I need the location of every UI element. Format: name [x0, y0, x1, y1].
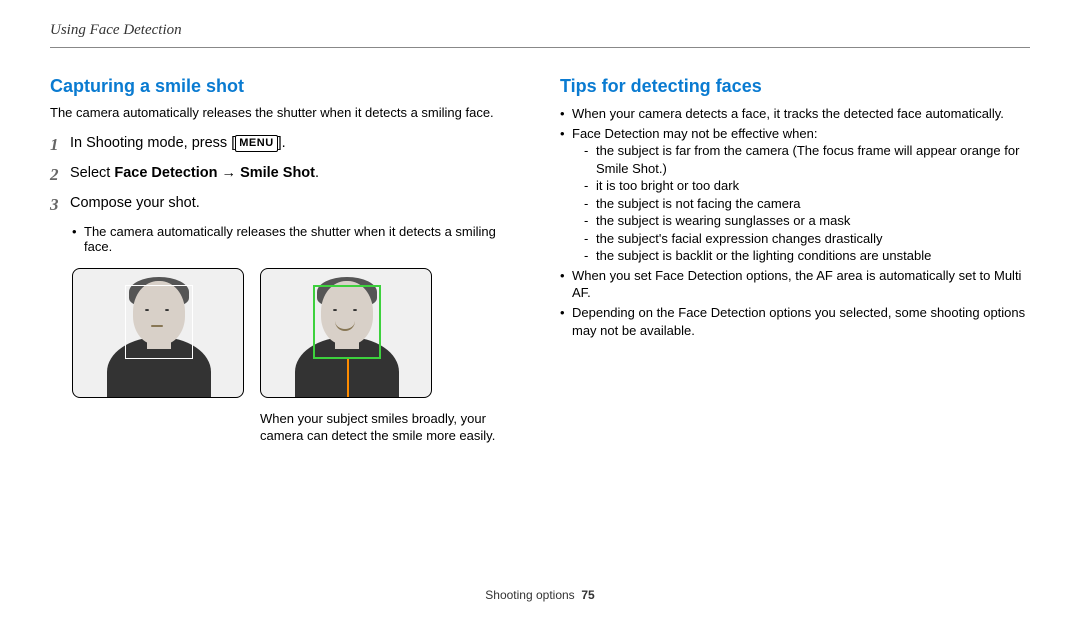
callout-leader-icon — [347, 359, 349, 398]
tip-2-sub-4-text: the subject is wearing sunglasses or a m… — [596, 212, 850, 230]
tip-3-text: When you set Face Detection options, the… — [572, 267, 1030, 302]
left-column: Capturing a smile shot The camera automa… — [50, 76, 520, 445]
tip-2-text: Face Detection may not be effective when… — [572, 126, 817, 141]
focus-frame-green-icon — [313, 285, 381, 359]
step-3-sub-text: The camera automatically releases the sh… — [84, 224, 520, 254]
footer-page-number: 75 — [581, 588, 594, 602]
tip-4: •Depending on the Face Detection options… — [560, 304, 1030, 339]
step-1-text-b: ]. — [278, 135, 286, 151]
page-header: Using Face Detection — [50, 22, 1030, 39]
header-divider — [50, 47, 1030, 48]
illustration-caption: When your subject smiles broadly, your c… — [260, 410, 500, 445]
step-2: 2 Select Face Detection → Smile Shot. — [50, 164, 520, 187]
illustration-neutral — [72, 268, 244, 398]
tip-2: • Face Detection may not be effective wh… — [560, 125, 1030, 265]
step-2-text: Select Face Detection → Smile Shot. — [70, 164, 520, 184]
tip-2-sub-1-text: the subject is far from the camera (The … — [596, 142, 1030, 177]
tip-2-sub-6-text: the subject is backlit or the lighting c… — [596, 247, 931, 265]
tip-2-sub-1: -the subject is far from the camera (The… — [584, 142, 1030, 177]
step-1-text: In Shooting mode, press [MENU]. — [70, 134, 520, 154]
step-3-text: Compose your shot. — [70, 194, 520, 214]
bullet-icon: • — [72, 224, 84, 254]
left-intro: The camera automatically releases the sh… — [50, 105, 520, 122]
step-1-number: 1 — [50, 134, 70, 157]
tip-2-sub-6: -the subject is backlit or the lighting … — [584, 247, 1030, 265]
menu-icon: MENU — [235, 135, 277, 152]
step-2-text-a: Select — [70, 165, 114, 181]
tip-2-sublist: -the subject is far from the camera (The… — [584, 142, 1030, 265]
tip-2-sub-3-text: the subject is not facing the camera — [596, 195, 801, 213]
tip-4-text: Depending on the Face Detection options … — [572, 304, 1030, 339]
step-2-text-c: Smile Shot — [240, 165, 315, 181]
step-1-text-a: In Shooting mode, press [ — [70, 135, 235, 151]
step-3-number: 3 — [50, 194, 70, 217]
tip-2-sub-5: -the subject's facial expression changes… — [584, 230, 1030, 248]
steps-list: 1 In Shooting mode, press [MENU]. 2 Sele… — [50, 134, 520, 217]
tip-1: •When your camera detects a face, it tra… — [560, 105, 1030, 123]
tip-2-sub-4: -the subject is wearing sunglasses or a … — [584, 212, 1030, 230]
page-footer: Shooting options 75 — [0, 588, 1080, 602]
illustration-wrap: When your subject smiles broadly, your c… — [50, 268, 520, 445]
step-2-text-b: Face Detection — [114, 165, 217, 181]
tip-2-sub-5-text: the subject's facial expression changes … — [596, 230, 882, 248]
footer-section: Shooting options — [485, 588, 574, 602]
tip-3: •When you set Face Detection options, th… — [560, 267, 1030, 302]
step-3-sub-bullet: • The camera automatically releases the … — [72, 224, 520, 254]
arrow-icon: → — [218, 165, 241, 181]
tip-2-sub-2: -it is too bright or too dark — [584, 177, 1030, 195]
left-heading: Capturing a smile shot — [50, 76, 520, 97]
focus-frame-white-icon — [125, 285, 193, 359]
step-3: 3 Compose your shot. — [50, 194, 520, 217]
right-column: Tips for detecting faces •When your came… — [560, 76, 1030, 445]
illustration-row — [72, 268, 520, 398]
step-1: 1 In Shooting mode, press [MENU]. — [50, 134, 520, 157]
right-heading: Tips for detecting faces — [560, 76, 1030, 97]
step-2-number: 2 — [50, 164, 70, 187]
tip-1-text: When your camera detects a face, it trac… — [572, 105, 1030, 123]
tips-list: •When your camera detects a face, it tra… — [560, 105, 1030, 339]
tip-2-sub-3: -the subject is not facing the camera — [584, 195, 1030, 213]
tip-2-sub-2-text: it is too bright or too dark — [596, 177, 739, 195]
page: Using Face Detection Capturing a smile s… — [0, 0, 1080, 612]
illustration-smile — [260, 268, 432, 398]
columns: Capturing a smile shot The camera automa… — [50, 76, 1030, 445]
step-2-text-d: . — [315, 165, 319, 181]
